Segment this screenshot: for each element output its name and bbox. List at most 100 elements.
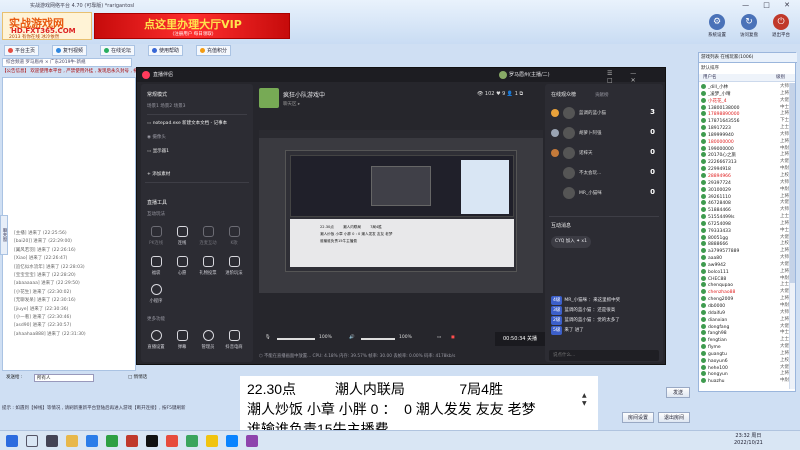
user-row[interactable]: aw9942 大佬: [701, 261, 789, 269]
user-row[interactable]: 2226667313 大佬: [701, 159, 789, 166]
user-row[interactable]: 180000000 上将: [701, 138, 789, 146]
user-row[interactable]: 80051gg 大佬: [701, 234, 789, 242]
record-icon[interactable]: ◼: [451, 335, 455, 340]
windows-start-icon[interactable]: [6, 435, 18, 447]
stream-settings-button[interactable]: 直播设置: [145, 330, 167, 350]
task-view-icon[interactable]: [46, 435, 58, 447]
exit-room-button[interactable]: 退出房间: [658, 412, 690, 423]
user-row[interactable]: 22994918 中尉: [701, 166, 789, 173]
screen-icon[interactable]: ▭: [437, 335, 441, 340]
user-row[interactable]: fengtian 上士: [701, 337, 789, 344]
tab-contribution[interactable]: 贡献榜: [595, 92, 609, 98]
chat-app-icon[interactable]: [186, 435, 198, 447]
user-row[interactable]: 67254098 上将: [701, 220, 789, 228]
private-chat-checkbox[interactable]: □ 悄悄话: [128, 372, 147, 384]
avatar[interactable]: [499, 71, 507, 79]
user-row[interactable]: haoyun6 上校: [701, 357, 789, 365]
wechat-icon[interactable]: [106, 435, 118, 447]
chat-side-tab[interactable]: 聊天窗: [0, 215, 8, 255]
user-row[interactable]: fangh98 中士: [701, 330, 789, 337]
viewer-row[interactable]: 胡萝卜阿强 0: [551, 126, 657, 140]
edge-icon[interactable]: [86, 435, 98, 447]
room-settings-button[interactable]: 房间设置: [622, 412, 654, 423]
user-row[interactable]: db0000 中尉: [701, 303, 789, 310]
room-cover-image[interactable]: [259, 88, 279, 108]
user-row[interactable]: 79333433 中士: [701, 227, 789, 235]
speaker-icon[interactable]: 🔊: [349, 335, 355, 340]
video-app-icon[interactable]: [166, 435, 178, 447]
notes-app-icon[interactable]: [206, 435, 218, 447]
source-camera-item[interactable]: ◉ 摄像头: [147, 134, 166, 140]
viewer-row[interactable]: 蓝调的蓝小猫 3: [551, 106, 657, 120]
overlay-scroll-arrows[interactable]: ▲ ▼: [582, 392, 590, 410]
mic-link-button[interactable]: 连麦互动: [197, 226, 219, 246]
connect-button[interactable]: 连线: [171, 226, 193, 246]
user-row[interactable]: 小花花_4 大佬: [701, 97, 789, 105]
chat-channel-tabs[interactable]: 综合频道 罗马眉州 × 广东2019牛·新规: [2, 58, 132, 67]
viewer-row[interactable]: 不太会玩... 0: [551, 166, 657, 180]
user-row[interactable]: hongyun 上将: [701, 371, 789, 378]
user-row[interactable]: 17898890000 上将: [701, 111, 789, 118]
scrollbar-thumb[interactable]: [790, 83, 795, 283]
admin-button[interactable]: 管理员: [197, 330, 219, 350]
user-row[interactable]: flyme 大佬: [701, 344, 789, 351]
user-row[interactable]: 18917223 上士: [701, 125, 789, 132]
karaoke-button[interactable]: K歌: [223, 226, 245, 246]
user-row[interactable]: 199000000 中尉: [701, 145, 789, 153]
user-row[interactable]: _凌梦_小晴 上将: [701, 90, 789, 98]
toolbar-help[interactable]: 使用帮助: [148, 45, 184, 56]
user-row[interactable]: a3799577889 上将: [701, 248, 789, 255]
user-row[interactable]: CHEC88 中尉: [701, 275, 789, 283]
user-row[interactable]: guangtu 上将: [701, 350, 789, 358]
stream-user-name[interactable]: 罗马眉州(主播/二): [509, 71, 550, 78]
toolbar-home[interactable]: 平台主页: [4, 45, 40, 56]
scene-mode-title[interactable]: 常规模式: [147, 91, 167, 98]
advanced-play-button[interactable]: 进阶玩法: [223, 256, 245, 276]
exit-platform-button[interactable]: ⏻ 退出平台: [767, 14, 795, 42]
toolbar-recharge[interactable]: 充值积分: [196, 45, 232, 56]
taskbar-clock[interactable]: 23:32 周日 2022/10/21: [734, 433, 763, 447]
stream-window-controls[interactable]: ☰ — □ ✕: [607, 70, 665, 84]
user-row[interactable]: dianxian 上将: [701, 316, 789, 324]
toolbar-video[interactable]: 复刊视频: [52, 45, 88, 56]
user-row[interactable]: 17871643556 下士: [701, 118, 789, 125]
send-button[interactable]: 发送: [666, 387, 690, 398]
user-row[interactable]: 13800138000 中士: [701, 104, 789, 112]
user-row[interactable]: bolco111 上将: [701, 268, 789, 276]
user-row[interactable]: huazhu 中尉: [701, 378, 789, 385]
speaker-volume-slider[interactable]: [361, 338, 395, 340]
user-row[interactable]: cheng2009 上将: [701, 296, 789, 303]
user-list-tabs[interactable]: 游戏列表 在线玩家(1006): [699, 53, 797, 63]
visit-review-button[interactable]: ↻ 访问复盘: [735, 14, 763, 42]
user-row[interactable]: 29397724 大师: [701, 179, 789, 187]
send-target-select[interactable]: 所有人: [34, 374, 94, 382]
user-row[interactable]: 51554499ls 上士: [701, 214, 789, 221]
qq-icon[interactable]: [226, 435, 238, 447]
user-row[interactable]: aaa80 大师: [701, 255, 789, 262]
viewer-row[interactable]: MR_小猫咪 0: [551, 186, 657, 200]
vip-banner[interactable]: 点这里办理大厅VIP (注册用户 每日领取): [94, 13, 290, 39]
gift-vote-button[interactable]: 礼物投票: [197, 256, 219, 276]
user-row[interactable]: ddaifu9 大师: [701, 309, 789, 317]
user-row[interactable]: 28894966 上校: [701, 172, 789, 180]
tiktok-icon[interactable]: [146, 435, 158, 447]
user-row[interactable]: 30100029 中尉: [701, 186, 789, 194]
ecommerce-button[interactable]: 抖音电商: [223, 330, 245, 350]
wish-button[interactable]: 心愿: [171, 256, 193, 276]
mic-volume-slider[interactable]: [277, 338, 315, 340]
viewer-row[interactable]: 诺梓天 0: [551, 146, 657, 160]
lucky-bag-button[interactable]: 福袋: [145, 256, 167, 276]
folder-icon[interactable]: [66, 435, 78, 447]
game-app-icon[interactable]: [126, 435, 138, 447]
user-list-scrollbar[interactable]: [789, 83, 795, 389]
user-row[interactable]: chenzhao88 大佬: [701, 289, 789, 296]
danmaku-button[interactable]: 弹幕: [171, 330, 193, 350]
scroll-down-icon[interactable]: ▼: [582, 400, 590, 408]
mic-icon[interactable]: 🎙: [265, 335, 271, 340]
scroll-up-icon[interactable]: ▲: [582, 392, 590, 400]
window-controls[interactable]: — □ ✕: [742, 1, 796, 9]
user-row[interactable]: 46728408 大佬: [701, 200, 789, 207]
user-row[interactable]: 8888666 上校: [701, 241, 789, 248]
scene-tabs[interactable]: 场景1 场景2 场景3: [147, 103, 185, 109]
source-window-item[interactable]: ▭ notepad.exe 新建文本文档 - 记事本: [147, 120, 227, 126]
